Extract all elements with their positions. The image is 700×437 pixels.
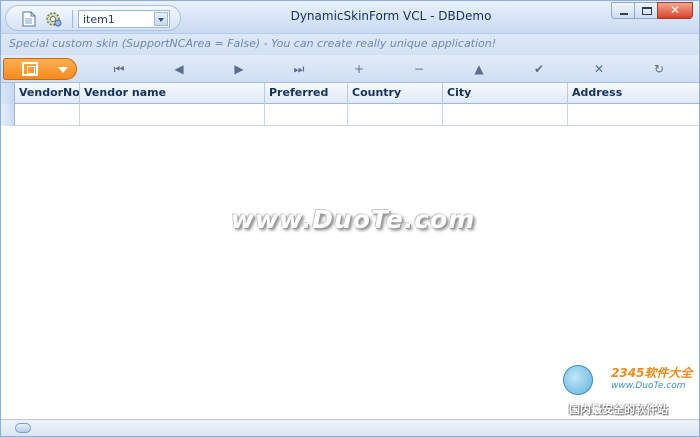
window-controls: ✕: [611, 2, 693, 20]
document-icon[interactable]: [20, 10, 38, 28]
logo-brand: 2345软件大全: [611, 366, 693, 380]
grid-menu-icon: [22, 62, 38, 76]
refresh-records-icon: ↻: [653, 62, 665, 76]
item-combobox[interactable]: item1: [78, 10, 170, 28]
delete-record-button[interactable]: −: [408, 59, 430, 79]
column-header-vendor-name[interactable]: Vendor name: [80, 83, 265, 104]
combo-value: item1: [83, 13, 115, 26]
title-bar[interactable]: item1 DynamicSkinForm VCL - DBDemo ✕: [1, 1, 699, 34]
maximize-button[interactable]: [634, 2, 658, 19]
column-header-vendorno[interactable]: VendorNo: [15, 83, 80, 104]
qat-separator: [72, 10, 73, 28]
navigator-toolbar: ⏮ ◀ ▶ ⏭ + − ▲ ✔ ✕ ↻: [1, 55, 699, 83]
cell-preferred[interactable]: [265, 104, 348, 126]
prior-record-icon: ◀: [174, 62, 184, 76]
close-button[interactable]: ✕: [657, 2, 693, 19]
maximize-icon: [642, 7, 652, 15]
app-window: item1 DynamicSkinForm VCL - DBDemo ✕ Spe…: [0, 0, 700, 437]
skin-banner: Special custom skin (SupportNCArea = Fal…: [1, 34, 699, 55]
watermark-text: www.DuoTe.com: [231, 205, 476, 234]
gear-icon[interactable]: [44, 10, 62, 28]
refresh-records-button[interactable]: ↻: [648, 59, 670, 79]
chevron-down-icon: [58, 67, 68, 73]
row-indicator[interactable]: [1, 104, 15, 126]
app-menu-button[interactable]: [3, 58, 77, 80]
site-logo: 2345软件大全 www.DuoTe.com 国内最安全的软件站: [561, 359, 699, 419]
insert-record-icon: +: [353, 62, 365, 76]
insert-record-button[interactable]: +: [348, 59, 370, 79]
cancel-record-icon: ✕: [593, 62, 605, 76]
column-header-city[interactable]: City: [443, 83, 568, 104]
column-header-country[interactable]: Country: [348, 83, 443, 104]
cancel-record-button[interactable]: ✕: [588, 59, 610, 79]
close-icon: ✕: [670, 3, 681, 17]
delete-record-icon: −: [413, 62, 425, 76]
next-record-icon: ▶: [234, 62, 244, 76]
cell-vendor-name[interactable]: [80, 104, 265, 126]
cell-country[interactable]: [348, 104, 443, 126]
cell-vendorno[interactable]: [15, 104, 80, 126]
edit-record-button[interactable]: ▲: [468, 59, 490, 79]
minimize-button[interactable]: [611, 2, 635, 19]
logo-url: www.DuoTe.com: [611, 381, 686, 391]
cell-city[interactable]: [443, 104, 568, 126]
header-indicator: [1, 83, 15, 104]
post-record-icon: ✔: [533, 62, 545, 76]
edit-record-icon: ▲: [474, 62, 484, 76]
prior-record-button[interactable]: ◀: [168, 59, 190, 79]
last-record-button[interactable]: ⏭: [288, 59, 310, 79]
minimize-icon: [620, 13, 628, 15]
grid-header: VendorNo Vendor name Preferred Country C…: [1, 83, 699, 104]
banner-text: Special custom skin (SupportNCArea = Fal…: [9, 37, 497, 50]
horizontal-scrollbar[interactable]: [1, 419, 699, 436]
next-record-button[interactable]: ▶: [228, 59, 250, 79]
cell-address[interactable]: [568, 104, 699, 126]
first-record-button[interactable]: ⏮: [108, 59, 130, 79]
quick-access-toolbar: item1: [5, 5, 181, 31]
scrollbar-thumb[interactable]: [15, 423, 31, 433]
chevron-down-icon[interactable]: [154, 12, 168, 26]
post-record-button[interactable]: ✔: [528, 59, 550, 79]
table-row[interactable]: [1, 104, 699, 126]
mascot-icon: [563, 365, 593, 395]
first-record-icon: ⏮: [113, 62, 125, 76]
window-title: DynamicSkinForm VCL - DBDemo: [290, 9, 492, 23]
column-header-address[interactable]: Address: [568, 83, 699, 104]
column-header-preferred[interactable]: Preferred: [265, 83, 348, 104]
logo-slogan: 国内最安全的软件站: [569, 403, 668, 416]
last-record-icon: ⏭: [293, 62, 305, 76]
